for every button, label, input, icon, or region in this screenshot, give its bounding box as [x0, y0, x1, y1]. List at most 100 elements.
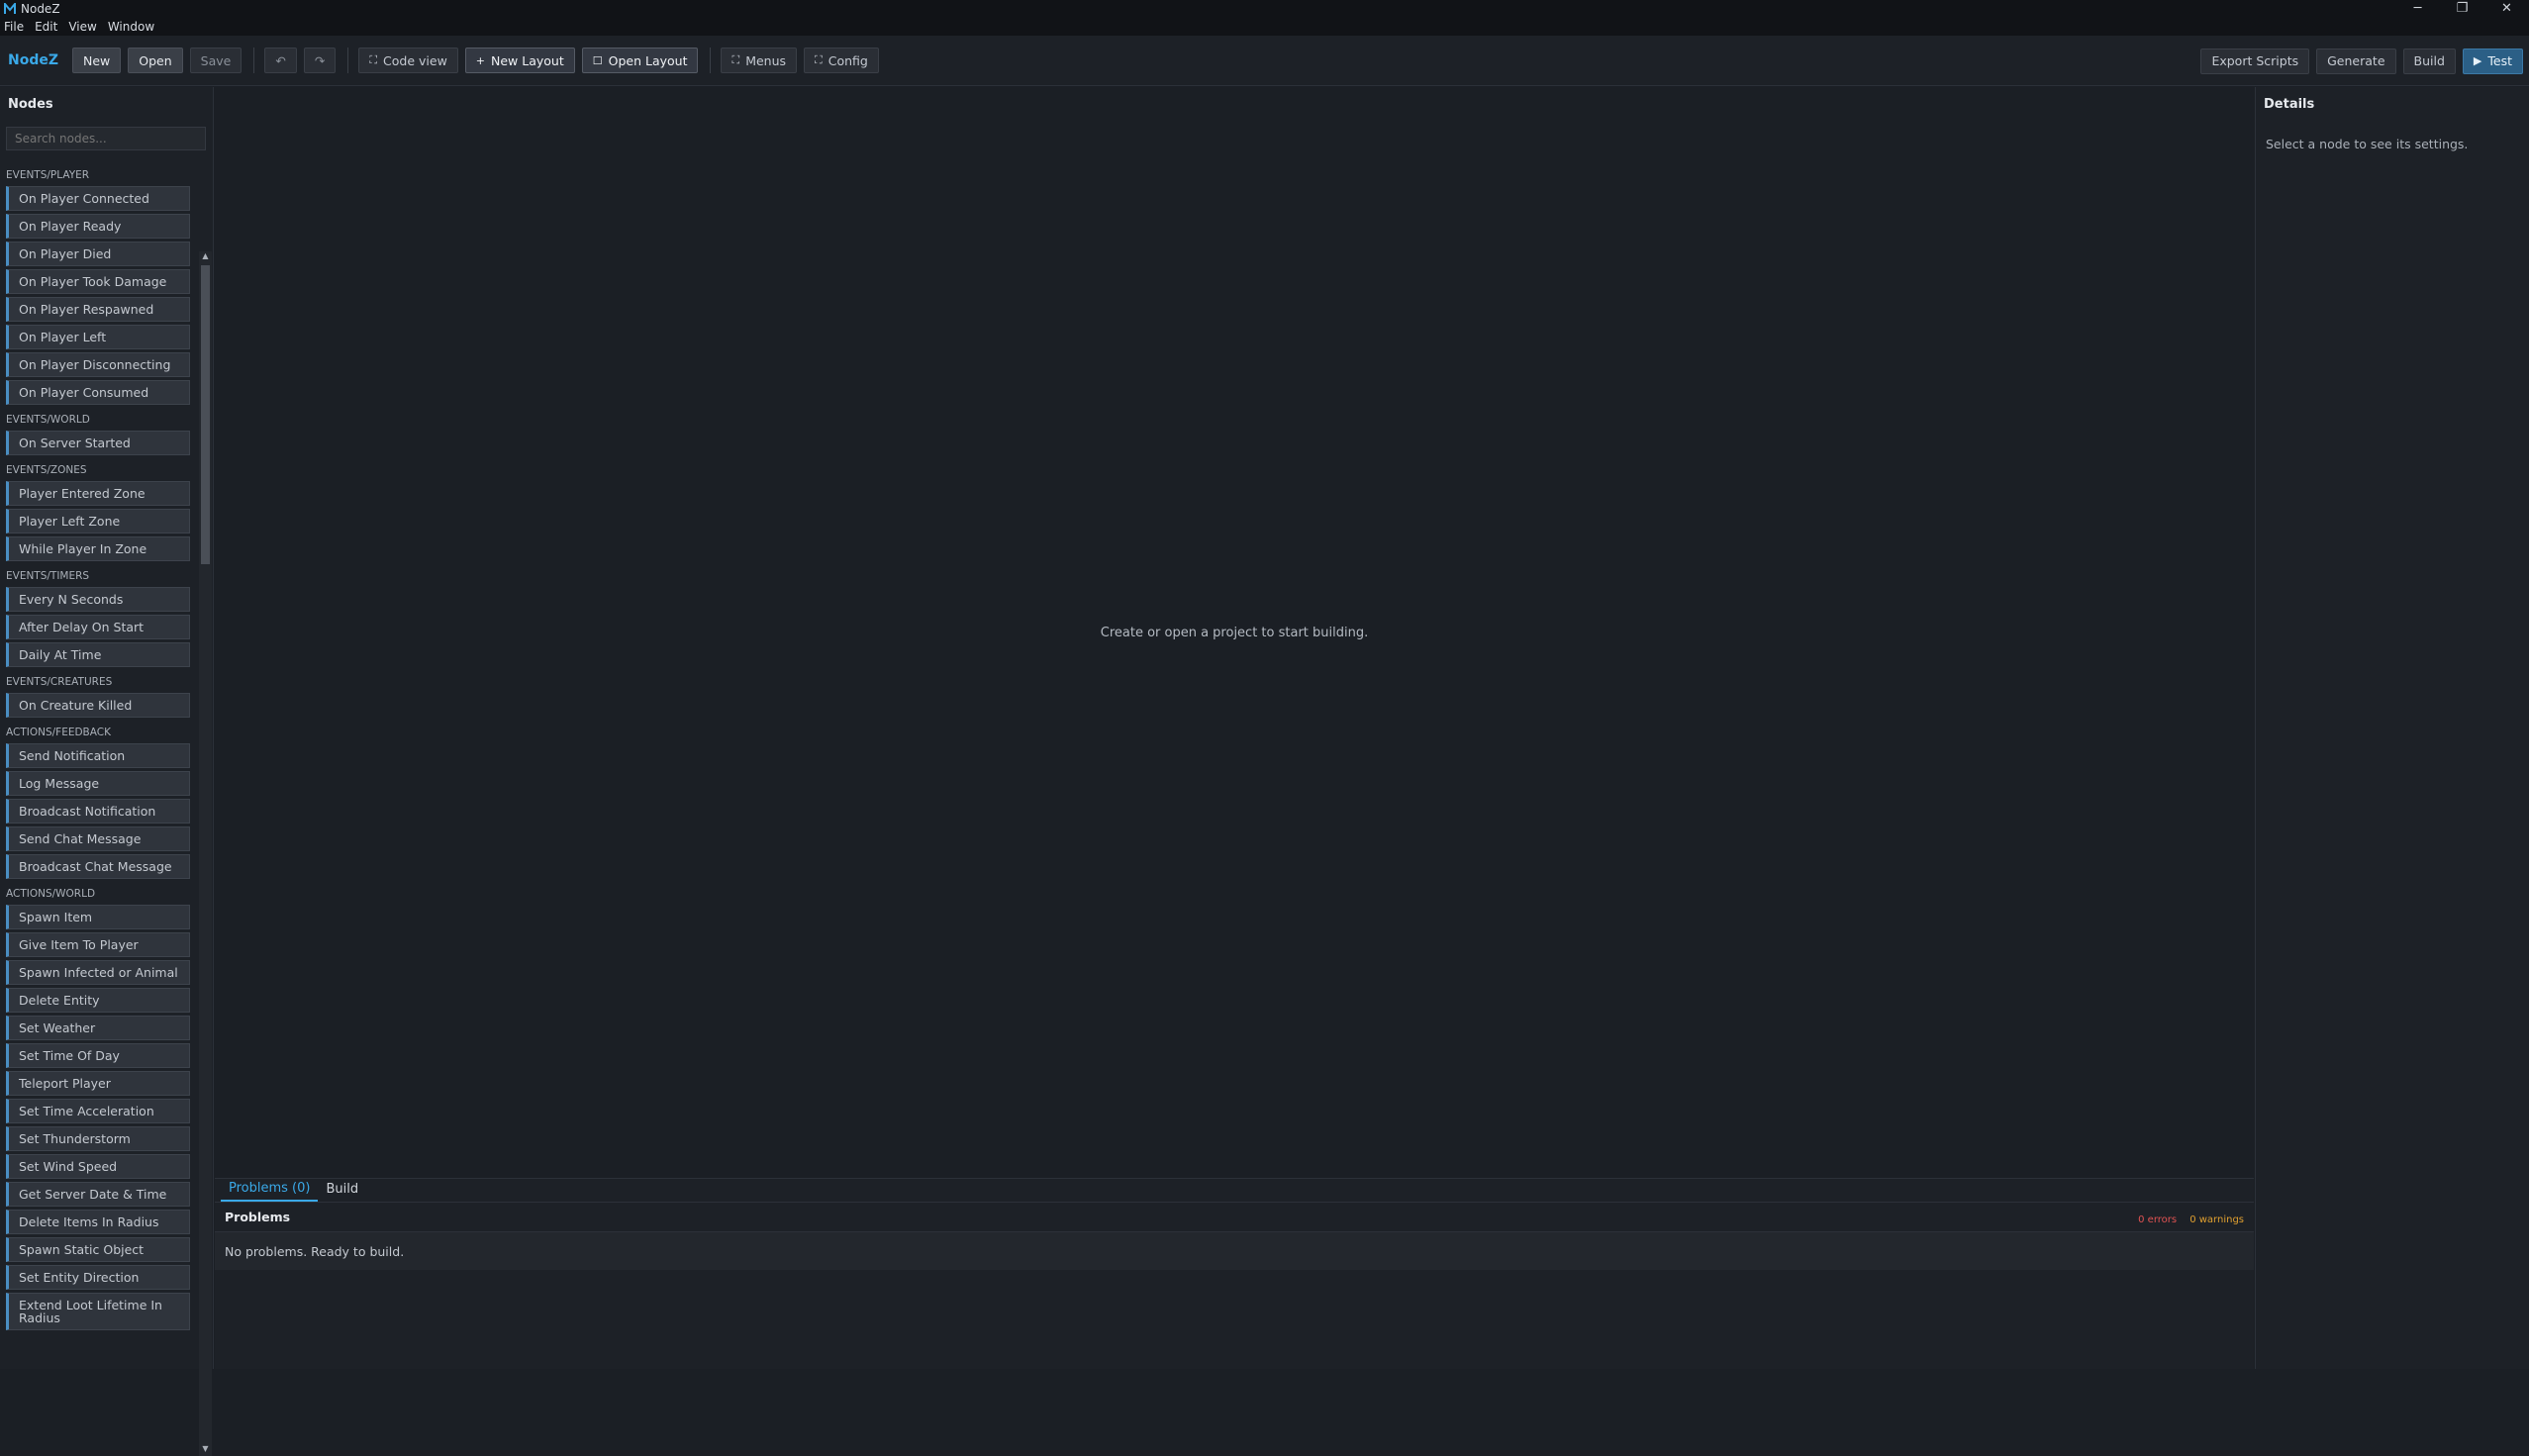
bottom-tabs: Problems (0) Build [215, 1179, 2254, 1203]
node-item[interactable]: Spawn Item [6, 905, 190, 929]
config-label: Config [827, 52, 868, 68]
node-item[interactable]: On Player Took Damage [6, 269, 190, 294]
redo-button[interactable]: ↷ [303, 48, 337, 73]
node-item[interactable]: Every N Seconds [6, 587, 190, 612]
menus-label: Menus [745, 52, 787, 68]
node-category-label: EVENTS/CREATURES [6, 676, 113, 688]
warning-count: 0 warnings [2189, 1214, 2244, 1225]
bottom-panel: Problems (0) Build Problems 0 errors 0 w… [215, 1178, 2254, 1369]
node-item[interactable]: Set Time Acceleration [6, 1099, 190, 1123]
node-category-label: EVENTS/WORLD [6, 414, 90, 426]
open-layout-button[interactable]: ☐ Open Layout [581, 48, 699, 73]
error-count: 0 errors [2138, 1214, 2178, 1225]
node-item[interactable]: On Player Died [6, 242, 190, 266]
window-title: NodeZ [21, 1, 60, 16]
maximize-icon[interactable]: ❐ [2440, 0, 2484, 17]
expand-icon: ⛶ [815, 53, 823, 66]
tab-problems[interactable]: Problems (0) [221, 1180, 319, 1202]
menu-file[interactable]: File [4, 20, 24, 34]
node-list-scrollbar[interactable]: ▲ ▼ [199, 251, 212, 1456]
node-item[interactable]: Teleport Player [6, 1071, 190, 1096]
node-category-label: EVENTS/TIMERS [6, 570, 90, 582]
node-item[interactable]: While Player In Zone [6, 536, 190, 561]
test-button[interactable]: ▶ Test [2462, 48, 2523, 74]
menus-button[interactable]: ⛶ Menus [721, 48, 798, 73]
node-item[interactable]: Extend Loot Lifetime In Radius [6, 1293, 190, 1330]
toolbar: NodeZ New Open Save ↶ ↷ ⛶ Code view + New … [0, 36, 2529, 86]
scroll-up-icon[interactable]: ▲ [199, 251, 212, 263]
details-title: Details [2264, 97, 2315, 112]
new-layout-button[interactable]: + New Layout [464, 48, 575, 73]
node-item[interactable]: Daily At Time [6, 642, 190, 667]
export-scripts-button[interactable]: Export Scripts [2200, 48, 2310, 74]
toolbar-divider [253, 48, 255, 73]
node-item[interactable]: On Player Ready [6, 214, 190, 239]
play-icon: ▶ [2473, 54, 2482, 67]
config-button[interactable]: ⛶ Config [804, 48, 879, 73]
nodes-sidebar: Nodes EVENTS/PLAYER On Player Connected On… [0, 87, 214, 1456]
save-button[interactable]: Save [189, 48, 243, 73]
minimize-icon[interactable]: ─ [2395, 0, 2440, 17]
node-item[interactable]: On Creature Killed [6, 693, 190, 718]
node-item[interactable]: Log Message [6, 771, 190, 796]
menu-window[interactable]: Window [108, 20, 154, 34]
node-item[interactable]: Broadcast Notification [6, 799, 190, 824]
scroll-down-icon[interactable]: ▼ [199, 1444, 212, 1456]
build-button[interactable]: Build [2402, 48, 2456, 74]
problems-header: Problems 0 errors 0 warnings [215, 1203, 2254, 1232]
node-category-label: EVENTS/PLAYER [6, 169, 90, 181]
undo-button[interactable]: ↶ [264, 48, 297, 73]
node-item[interactable]: Set Entity Direction [6, 1265, 190, 1290]
toolbar-divider [347, 48, 349, 73]
details-hint: Select a node to see its settings. [2266, 137, 2469, 151]
node-item[interactable]: Player Left Zone [6, 509, 190, 534]
node-item[interactable]: Give Item To Player [6, 932, 190, 957]
node-item[interactable]: On Player Disconnecting [6, 352, 190, 377]
node-item[interactable]: Send Chat Message [6, 826, 190, 851]
node-category-label: ACTIONS/FEEDBACK [6, 727, 111, 738]
node-item[interactable]: Broadcast Chat Message [6, 854, 190, 879]
node-item[interactable]: Get Server Date & Time [6, 1182, 190, 1207]
open-button[interactable]: Open [128, 48, 183, 73]
node-item[interactable]: Spawn Static Object [6, 1237, 190, 1262]
new-button[interactable]: New [72, 48, 122, 73]
node-item[interactable]: Set Weather [6, 1016, 190, 1040]
node-item[interactable]: On Player Respawned [6, 297, 190, 322]
node-item[interactable]: Delete Items In Radius [6, 1210, 190, 1234]
node-item[interactable]: On Server Started [6, 431, 190, 455]
close-icon[interactable]: ✕ [2484, 0, 2529, 17]
toolbar-divider [710, 48, 712, 73]
details-panel: Details Select a node to see its setting… [2255, 87, 2529, 1369]
graph-canvas[interactable]: Create or open a project to start buildi… [215, 87, 2254, 1178]
node-item[interactable]: Player Entered Zone [6, 481, 190, 506]
menu-edit[interactable]: Edit [35, 20, 57, 34]
node-category-label: ACTIONS/WORLD [6, 888, 96, 900]
node-list: EVENTS/PLAYER On Player Connected On Playe… [0, 166, 198, 1369]
redo-icon: ↷ [314, 52, 326, 68]
problem-counts: 0 errors 0 warnings [2130, 1208, 2244, 1226]
undo-icon: ↶ [275, 52, 286, 68]
node-item[interactable]: On Player Left [6, 325, 190, 349]
node-item[interactable]: Send Notification [6, 743, 190, 768]
square-icon: ☐ [592, 53, 603, 67]
node-item[interactable]: After Delay On Start [6, 615, 190, 639]
code-view-button[interactable]: ⛶ Code view [358, 48, 458, 73]
tab-build[interactable]: Build [318, 1180, 366, 1202]
node-item[interactable]: Delete Entity [6, 988, 190, 1013]
node-item[interactable]: Set Time Of Day [6, 1043, 190, 1068]
node-category-label: EVENTS/ZONES [6, 464, 87, 476]
app-logo-icon [3, 2, 17, 16]
node-item[interactable]: On Player Consumed [6, 380, 190, 405]
search-nodes-input[interactable] [6, 127, 206, 150]
menu-view[interactable]: View [68, 20, 96, 34]
node-item[interactable]: Set Wind Speed [6, 1154, 190, 1179]
scrollbar-thumb[interactable] [201, 265, 210, 564]
expand-icon: ⛶ [369, 53, 378, 66]
problems-title: Problems [225, 1210, 291, 1224]
node-item[interactable]: On Player Connected [6, 186, 190, 211]
generate-button[interactable]: Generate [2316, 48, 2396, 74]
expand-icon: ⛶ [731, 53, 740, 66]
node-item[interactable]: Set Thunderstorm [6, 1126, 190, 1151]
nodes-panel-title: Nodes [8, 97, 53, 112]
node-item[interactable]: Spawn Infected or Animal [6, 960, 190, 985]
